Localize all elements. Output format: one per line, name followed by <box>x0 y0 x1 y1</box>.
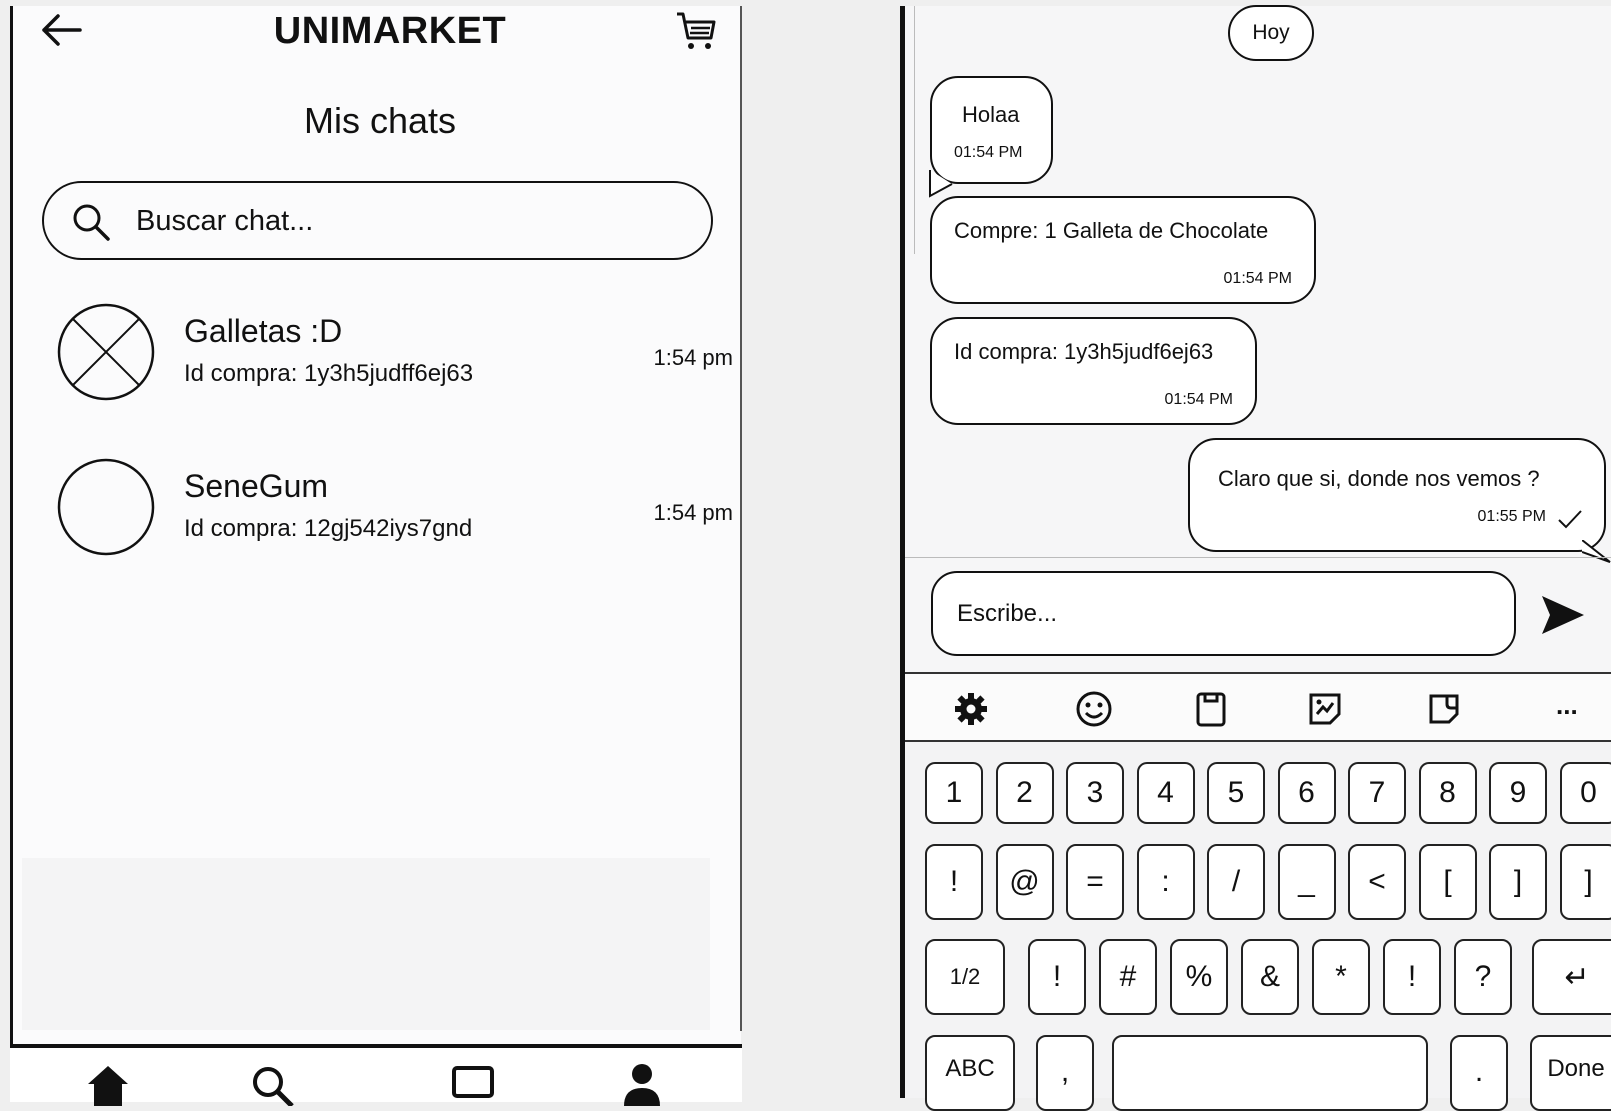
search-placeholder: Buscar chat... <box>136 205 313 238</box>
gif-icon[interactable] <box>1425 690 1463 728</box>
key-][interactable]: ] <box>1560 844 1611 920</box>
chat-name: SeneGum <box>184 468 328 505</box>
screen-edge <box>740 6 742 1031</box>
chat-time: 1:54 pm <box>654 345 734 371</box>
chat-subtitle: Id compra: 12gj542iys7gnd <box>184 515 472 543</box>
space-key[interactable] <box>1112 1035 1428 1111</box>
message-bubble-incoming[interactable]: Id compra: 1y3h5judf6ej63 01:54 PM <box>930 317 1257 425</box>
key-ABC[interactable]: ABC <box>925 1035 1015 1111</box>
key-![interactable]: ! <box>1383 939 1441 1015</box>
chat-time: 1:54 pm <box>654 500 734 526</box>
key-Done[interactable]: Done <box>1530 1035 1611 1111</box>
bubble-tail-icon <box>928 170 954 198</box>
key-3[interactable]: 3 <box>1066 762 1124 824</box>
gear-icon[interactable] <box>952 690 990 728</box>
key-[[interactable]: [ <box>1419 844 1477 920</box>
key-*[interactable]: * <box>1312 939 1370 1015</box>
key-#[interactable]: # <box>1099 939 1157 1015</box>
cart-icon[interactable] <box>673 8 719 54</box>
message-text: Holaa <box>962 102 1019 128</box>
check-icon <box>1556 508 1584 530</box>
empty-avatar-icon <box>57 458 155 556</box>
search-input[interactable]: Buscar chat... <box>42 181 713 260</box>
key-7[interactable]: 7 <box>1348 762 1406 824</box>
enter-icon[interactable]: ↵ <box>1532 939 1611 1015</box>
key-,[interactable]: , <box>1036 1035 1094 1111</box>
more-icon[interactable]: ... <box>1556 690 1594 728</box>
divider <box>905 557 1611 558</box>
key-%[interactable]: % <box>1170 939 1228 1015</box>
message-time: 01:54 PM <box>1224 270 1292 288</box>
key-_[interactable]: _ <box>1278 844 1336 920</box>
day-chip: Hoy <box>1228 5 1314 61</box>
bottom-nav <box>10 1044 742 1102</box>
send-icon[interactable] <box>1538 592 1588 638</box>
app-title: UNIMARKET <box>230 10 550 53</box>
search-icon[interactable] <box>248 1062 296 1106</box>
key-5[interactable]: 5 <box>1207 762 1265 824</box>
key-1/2[interactable]: 1/2 <box>925 939 1005 1015</box>
key-0[interactable]: 0 <box>1560 762 1611 824</box>
key-2[interactable]: 2 <box>996 762 1054 824</box>
message-text: Claro que si, donde nos vemos ? <box>1218 466 1540 492</box>
message-input[interactable]: Escribe... <box>931 571 1516 656</box>
chat-subtitle: Id compra: 1y3h5judff6ej63 <box>184 360 473 388</box>
key-8[interactable]: 8 <box>1419 762 1477 824</box>
page-title: Mis chats <box>230 100 530 142</box>
key-/[interactable]: / <box>1207 844 1265 920</box>
bubble-tail-icon <box>1582 540 1611 564</box>
key-&[interactable]: & <box>1241 939 1299 1015</box>
key-<[interactable]: < <box>1348 844 1406 920</box>
message-text: Id compra: 1y3h5judf6ej63 <box>954 339 1213 365</box>
square-icon[interactable] <box>450 1062 498 1106</box>
key-][interactable]: ] <box>1489 844 1547 920</box>
chat-list-item[interactable]: SeneGum Id compra: 12gj542iys7gnd 1:54 p… <box>57 458 717 558</box>
placeholder-image-icon <box>57 303 155 401</box>
scroll-indicator <box>908 6 915 254</box>
key-?[interactable]: ? <box>1454 939 1512 1015</box>
message-text: Compre: 1 Galleta de Chocolate <box>954 218 1268 244</box>
keyboard: 1234567890!@=:/_<[]]1/2!#%&*!?↵ABC,.Done <box>905 742 1611 1098</box>
key-![interactable]: ! <box>925 844 983 920</box>
back-arrow-icon[interactable] <box>36 10 86 50</box>
chat-name: Galletas :D <box>184 313 342 350</box>
chat-list-item[interactable]: Galletas :D Id compra: 1y3h5judff6ej63 1… <box>57 303 717 403</box>
key-@[interactable]: @ <box>996 844 1054 920</box>
list-empty-area <box>22 858 710 1030</box>
message-placeholder: Escribe... <box>957 600 1057 628</box>
message-bubble-incoming[interactable]: Holaa 01:54 PM <box>930 76 1053 184</box>
clipboard-icon[interactable] <box>1192 690 1230 728</box>
key-=[interactable]: = <box>1066 844 1124 920</box>
home-icon[interactable] <box>84 1062 132 1106</box>
message-time: 01:55 PM <box>1478 508 1546 526</box>
key-9[interactable]: 9 <box>1489 762 1547 824</box>
message-time: 01:54 PM <box>1165 391 1233 409</box>
search-icon <box>70 201 112 243</box>
key-.[interactable]: . <box>1450 1035 1508 1111</box>
emoji-icon[interactable] <box>1075 690 1113 728</box>
key-:[interactable]: : <box>1137 844 1195 920</box>
message-time: 01:54 PM <box>954 144 1022 162</box>
keyboard-toolbar: ... <box>905 672 1611 742</box>
key-1[interactable]: 1 <box>925 762 983 824</box>
profile-icon[interactable] <box>618 1062 666 1106</box>
message-bubble-incoming[interactable]: Compre: 1 Galleta de Chocolate 01:54 PM <box>930 196 1316 304</box>
sticker-icon[interactable] <box>1306 690 1344 728</box>
message-bubble-outgoing[interactable]: Claro que si, donde nos vemos ? 01:55 PM <box>1188 438 1606 552</box>
key-4[interactable]: 4 <box>1137 762 1195 824</box>
key-6[interactable]: 6 <box>1278 762 1336 824</box>
key-![interactable]: ! <box>1028 939 1086 1015</box>
